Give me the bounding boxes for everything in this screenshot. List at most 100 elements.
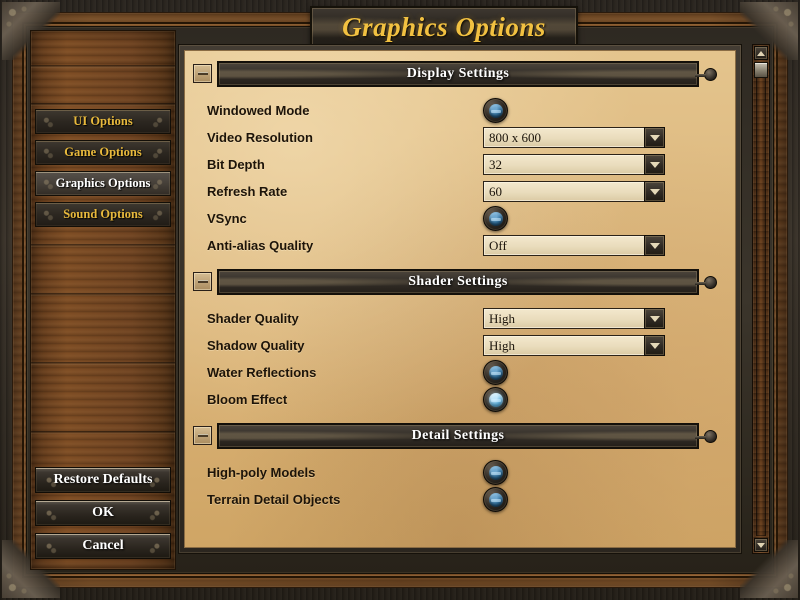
minus-icon <box>197 280 208 283</box>
section-title: Shader Settings <box>408 274 508 289</box>
sidebar-item-label: Sound Options <box>63 207 143 221</box>
restore-defaults-button[interactable]: Restore Defaults <box>35 467 171 493</box>
wood-groove <box>31 431 175 434</box>
cancel-button[interactable]: Cancel <box>35 533 171 559</box>
content-frame: Display Settings Windowed Mode Video Resol… <box>178 44 742 554</box>
setting-control <box>483 460 508 485</box>
chevron-down-icon[interactable] <box>644 308 665 329</box>
gem-icon <box>488 211 503 226</box>
setting-label: Water Reflections <box>207 365 317 380</box>
wood-groove <box>31 362 175 365</box>
setting-control <box>483 387 508 412</box>
setting-row: Bit Depth 32 <box>185 151 735 178</box>
setting-row: Terrain Detail Objects <box>185 486 735 513</box>
setting-label: Terrain Detail Objects <box>207 492 341 507</box>
collapse-detail-settings-button[interactable] <box>193 426 212 445</box>
setting-row: Shadow Quality High <box>185 332 735 359</box>
section-rows-shader-settings: Shader Quality High Shadow Quality High Wate… <box>185 305 735 413</box>
setting-label: Video Resolution <box>207 130 313 145</box>
action-button-label: Restore Defaults <box>53 472 153 487</box>
bit-depth-dropdown[interactable]: 32 <box>483 154 665 175</box>
chevron-down-icon[interactable] <box>644 127 665 148</box>
section-pin-ornament-icon <box>695 430 717 443</box>
setting-row: Bloom Effect <box>185 386 735 413</box>
sidebar-item-graphics-options[interactable]: Graphics Options <box>35 171 171 196</box>
chevron-down-icon[interactable] <box>644 154 665 175</box>
sidebar-item-game-options[interactable]: Game Options <box>35 140 171 165</box>
wood-groove <box>31 103 175 106</box>
setting-control <box>483 98 508 123</box>
sidebar-item-label: UI Options <box>73 114 133 128</box>
setting-control: Off <box>483 235 665 256</box>
bloom-effect-toggle[interactable] <box>483 387 508 412</box>
settings-parchment: Display Settings Windowed Mode Video Resol… <box>184 50 736 548</box>
vertical-scrollbar[interactable] <box>752 44 770 554</box>
setting-control: 800 x 600 <box>483 127 665 148</box>
sidebar-nav: UI Options Game Options Graphics Options So… <box>35 109 171 233</box>
minus-icon <box>197 72 208 75</box>
anti-alias-quality-value: Off <box>489 237 507 253</box>
minus-icon <box>197 434 208 437</box>
gem-icon <box>488 465 503 480</box>
setting-control <box>483 487 508 512</box>
anti-alias-quality-dropdown[interactable]: Off <box>483 235 665 256</box>
section-pin-ornament-icon <box>695 276 717 289</box>
ok-button[interactable]: OK <box>35 500 171 526</box>
collapse-display-settings-button[interactable] <box>193 64 212 83</box>
shader-quality-dropdown[interactable]: High <box>483 308 665 329</box>
shadow-quality-value: High <box>489 337 515 353</box>
terrain-detail-objects-toggle[interactable] <box>483 487 508 512</box>
setting-row: Water Reflections <box>185 359 735 386</box>
setting-label: Bit Depth <box>207 157 265 172</box>
setting-control: 60 <box>483 181 665 202</box>
scroll-down-button[interactable] <box>754 538 768 552</box>
windowed-mode-toggle[interactable] <box>483 98 508 123</box>
sidebar-actions: Restore Defaults OK Cancel <box>35 460 171 559</box>
scroll-up-button[interactable] <box>754 46 768 60</box>
chevron-down-icon[interactable] <box>644 235 665 256</box>
setting-control: High <box>483 335 665 356</box>
gem-icon <box>488 103 503 118</box>
page-title: Graphics Options <box>342 11 546 42</box>
setting-label: Bloom Effect <box>207 392 288 407</box>
collapse-shader-settings-button[interactable] <box>193 272 212 291</box>
setting-control: High <box>483 308 665 329</box>
scrollbar-thumb[interactable] <box>754 62 768 78</box>
setting-label: Shader Quality <box>207 311 299 326</box>
section-title-bar: Shader Settings <box>217 269 699 295</box>
chevron-down-icon[interactable] <box>644 335 665 356</box>
video-resolution-dropdown[interactable]: 800 x 600 <box>483 127 665 148</box>
setting-row: Windowed Mode <box>185 97 735 124</box>
vsync-toggle[interactable] <box>483 206 508 231</box>
action-button-label: OK <box>92 505 114 520</box>
water-reflections-toggle[interactable] <box>483 360 508 385</box>
setting-row: VSync <box>185 205 735 232</box>
gem-icon <box>488 392 503 407</box>
section-pin-ornament-icon <box>695 68 717 81</box>
gem-icon <box>488 365 503 380</box>
action-button-label: Cancel <box>82 538 124 553</box>
setting-label: High-poly Models <box>207 465 316 480</box>
refresh-rate-dropdown[interactable]: 60 <box>483 181 665 202</box>
section-header-detail-settings: Detail Settings <box>193 423 735 449</box>
sidebar-item-sound-options[interactable]: Sound Options <box>35 202 171 227</box>
bit-depth-value: 32 <box>489 156 502 172</box>
shadow-quality-dropdown[interactable]: High <box>483 335 665 356</box>
scrollbar-track[interactable] <box>756 62 766 536</box>
setting-row: Video Resolution 800 x 600 <box>185 124 735 151</box>
wood-groove <box>31 293 175 296</box>
setting-label: Windowed Mode <box>207 103 310 118</box>
refresh-rate-value: 60 <box>489 183 502 199</box>
setting-control <box>483 360 508 385</box>
setting-row: Refresh Rate 60 <box>185 178 735 205</box>
setting-label: Refresh Rate <box>207 184 288 199</box>
setting-control <box>483 206 508 231</box>
chevron-down-icon[interactable] <box>644 181 665 202</box>
section-title-bar: Detail Settings <box>217 423 699 449</box>
video-resolution-value: 800 x 600 <box>489 129 541 145</box>
setting-row: Anti-alias Quality Off <box>185 232 735 259</box>
setting-row: High-poly Models <box>185 459 735 486</box>
sidebar-item-ui-options[interactable]: UI Options <box>35 109 171 134</box>
shader-quality-value: High <box>489 310 515 326</box>
high-poly-models-toggle[interactable] <box>483 460 508 485</box>
